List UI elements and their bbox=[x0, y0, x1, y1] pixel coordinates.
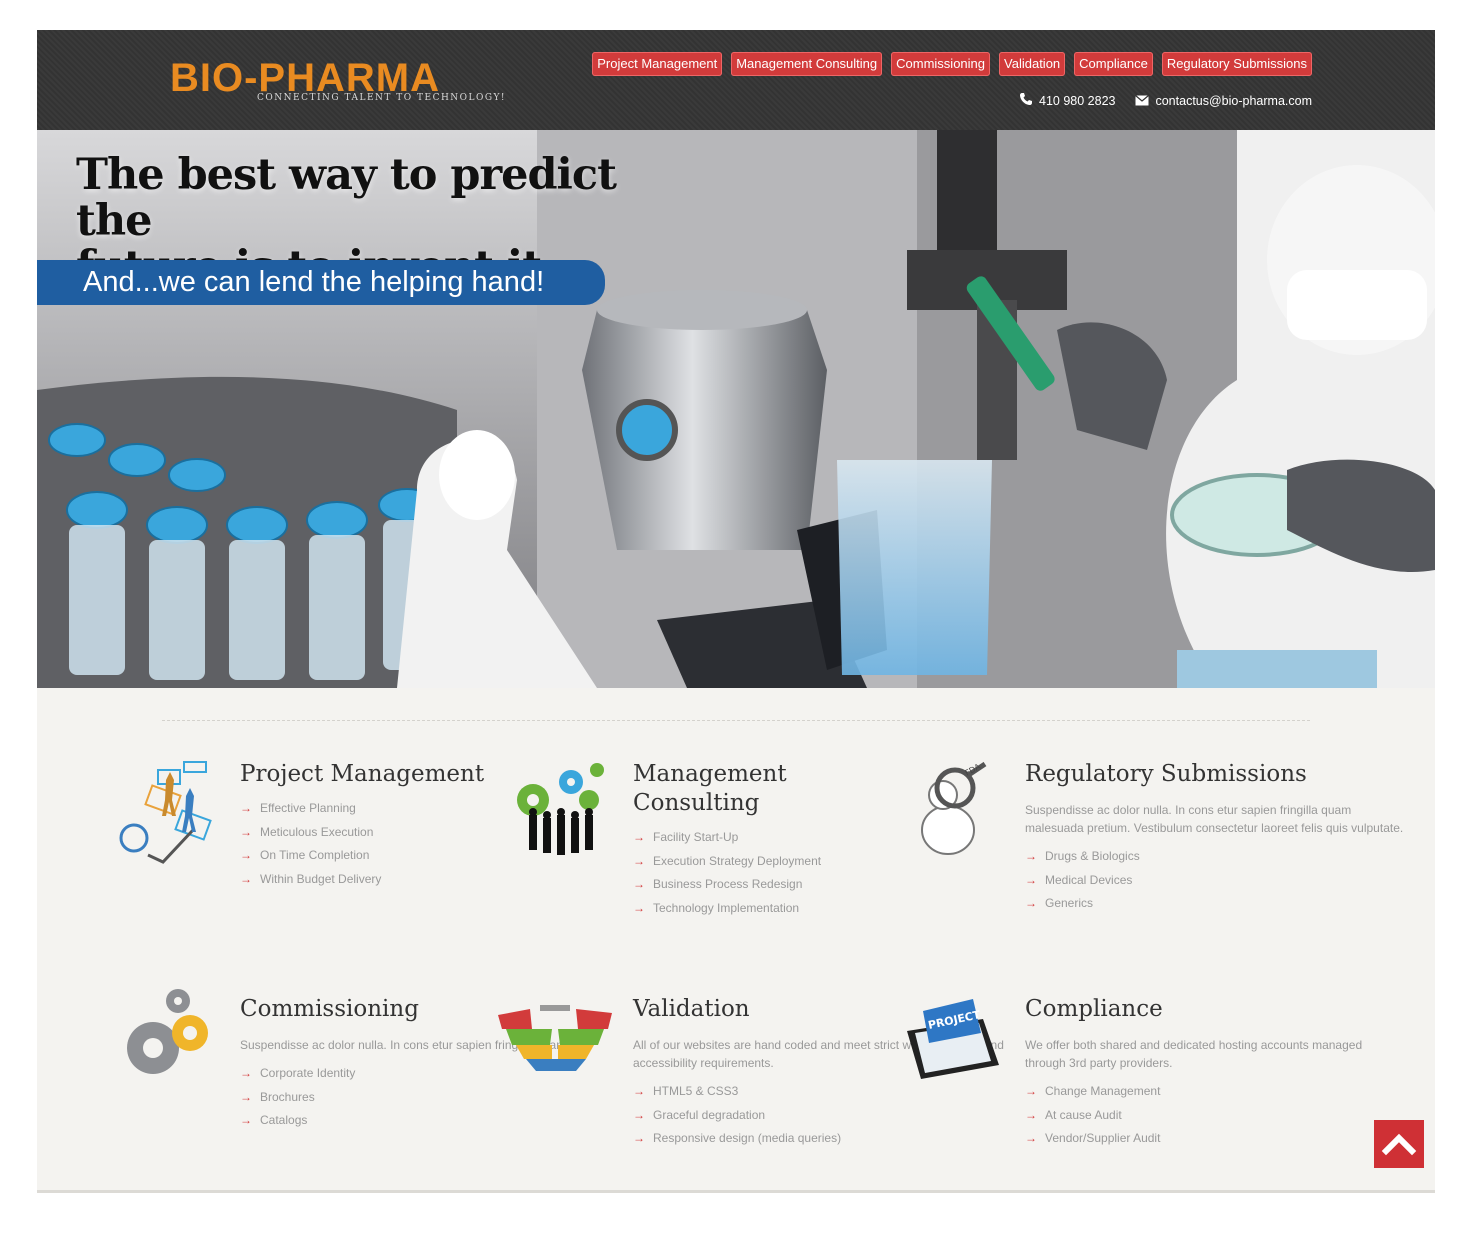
arrow-right-icon: → bbox=[633, 901, 645, 916]
regulatory-submissions-list: → Drugs & Biologics → Medical Devices → Gen… bbox=[1025, 845, 1405, 916]
arrow-right-icon: → bbox=[633, 877, 645, 892]
list-item[interactable]: → At cause Audit bbox=[1025, 1104, 1405, 1128]
hero-headline-line1: The best way to predict the bbox=[76, 150, 617, 246]
arrow-right-icon: → bbox=[240, 848, 252, 863]
site-logo[interactable]: BIO-PHARMA CONNECTING TALENT TO TECHNOLO… bbox=[170, 56, 505, 112]
arrow-right-icon: → bbox=[1025, 1107, 1037, 1122]
list-item[interactable]: → Responsive design (media queries) bbox=[633, 1127, 1013, 1151]
arrow-right-icon: → bbox=[240, 872, 252, 887]
arrow-right-icon: → bbox=[240, 801, 252, 815]
back-to-top-button[interactable] bbox=[1374, 1120, 1424, 1168]
arrow-right-icon: → bbox=[240, 1113, 252, 1128]
section-divider bbox=[162, 720, 1310, 721]
compliance-description: We offer both shared and dedicated hosti… bbox=[1025, 1038, 1363, 1070]
compliance-title: Compliance bbox=[1025, 996, 1163, 1022]
list-item[interactable]: → Change Management bbox=[1025, 1080, 1405, 1104]
list-item[interactable]: → Within Budget Delivery bbox=[240, 868, 620, 892]
hero-banner: The best way to predict the future is to… bbox=[37, 130, 1435, 688]
arrow-right-icon: → bbox=[633, 1131, 645, 1146]
nav-regulatory-submissions[interactable]: Regulatory Submissions bbox=[1161, 52, 1312, 76]
nav-compliance[interactable]: Compliance bbox=[1074, 52, 1153, 76]
arrow-right-icon: → bbox=[240, 1089, 252, 1104]
arrow-right-icon: → bbox=[1025, 872, 1037, 887]
regulatory-submissions-icon: FDA bbox=[921, 762, 987, 855]
list-item[interactable]: → Technology Implementation bbox=[633, 897, 1013, 921]
list-item[interactable]: → Business Process Redesign bbox=[633, 873, 1013, 897]
fda-label: FDA bbox=[964, 762, 983, 778]
list-item[interactable]: → Medical Devices bbox=[1025, 869, 1405, 893]
page-wrapper: BIO-PHARMA CONNECTING TALENT TO TECHNOLO… bbox=[37, 30, 1435, 1193]
nav-management-consulting[interactable]: Management Consulting bbox=[731, 52, 883, 76]
logo-tagline: CONNECTING TALENT TO TECHNOLOGY! bbox=[257, 93, 506, 103]
arrow-right-icon: → bbox=[633, 1107, 645, 1122]
arrow-right-icon: → bbox=[1025, 1084, 1037, 1098]
list-item[interactable]: → Vendor/Supplier Audit bbox=[1025, 1127, 1405, 1151]
email-address[interactable]: contactus@bio-pharma.com bbox=[1155, 94, 1312, 108]
arrow-right-icon: → bbox=[1025, 1131, 1037, 1146]
regulatory-submissions-title: Regulatory Submissions bbox=[1025, 761, 1307, 787]
arrow-right-icon: → bbox=[633, 1084, 645, 1098]
list-item[interactable]: → Generics bbox=[1025, 892, 1405, 916]
management-consulting-title-line2: Consulting bbox=[633, 790, 760, 816]
hero-helping-banner: And...we can lend the helping hand! bbox=[37, 260, 605, 305]
nav-commissioning[interactable]: Commissioning bbox=[891, 52, 991, 76]
nav-validation[interactable]: Validation bbox=[999, 52, 1066, 76]
list-item[interactable]: → Drugs & Biologics bbox=[1025, 845, 1405, 869]
arrow-right-icon: → bbox=[240, 1066, 252, 1080]
project-tablet-icon: PROJECT bbox=[907, 999, 999, 1079]
service-regulatory-submissions: FDA Regulatory Submissions Suspendisse a… bbox=[921, 760, 1405, 916]
list-item[interactable]: → Graceful degradation bbox=[633, 1104, 1013, 1128]
nav-project-management[interactable]: Project Management bbox=[592, 52, 723, 76]
management-consulting-icon bbox=[517, 763, 604, 855]
service-compliance: PROJECT Compliance We offer both shared … bbox=[907, 995, 1405, 1151]
email-icon bbox=[1135, 93, 1150, 109]
regulatory-submissions-description: Suspendisse ac dolor nulla. In cons etur… bbox=[1025, 803, 1404, 835]
project-management-icon bbox=[119, 761, 212, 864]
phone-icon bbox=[1019, 92, 1033, 109]
arrow-right-icon: → bbox=[633, 830, 645, 844]
validation-cycle-icon bbox=[498, 1005, 612, 1071]
gears-icon bbox=[127, 989, 208, 1074]
main-nav: Project Management Management Consulting… bbox=[592, 52, 1312, 76]
site-header: BIO-PHARMA CONNECTING TALENT TO TECHNOLO… bbox=[37, 30, 1435, 131]
chevron-up-icon bbox=[1381, 1133, 1417, 1156]
arrow-right-icon: → bbox=[633, 853, 645, 868]
arrow-right-icon: → bbox=[1025, 849, 1037, 863]
management-consulting-title-line1: Management bbox=[633, 761, 787, 787]
contact-bar: 410 980 2823 contactus@bio-pharma.com bbox=[1019, 92, 1312, 109]
list-item[interactable]: → Brochures bbox=[240, 1086, 620, 1110]
list-item[interactable]: → Catalogs bbox=[240, 1109, 620, 1133]
phone-number[interactable]: 410 980 2823 bbox=[1039, 94, 1115, 108]
compliance-list: → Change Management → At cause Audit → Vend… bbox=[1025, 1080, 1405, 1151]
arrow-right-icon: → bbox=[1025, 896, 1037, 911]
arrow-right-icon: → bbox=[240, 824, 252, 839]
